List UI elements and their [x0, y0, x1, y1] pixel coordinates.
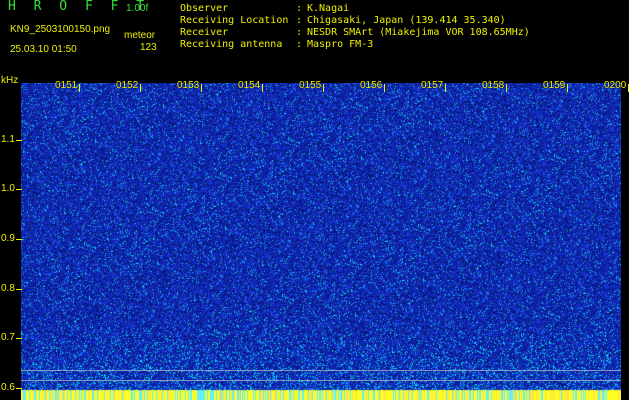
frequency-tick	[16, 338, 22, 339]
antenna-label: Receiving antenna	[180, 39, 283, 50]
frequency-tick	[16, 239, 22, 240]
time-tick-label: 0151	[55, 80, 78, 91]
hrofft-window: H R O F F T 1.00f KN9_2503100150.png met…	[0, 0, 629, 400]
time-tick	[201, 84, 202, 92]
frequency-tick	[16, 189, 22, 190]
filename-label: KN9_2503100150.png	[10, 24, 111, 35]
time-tick	[506, 84, 507, 92]
time-tick-label: 0156	[360, 80, 383, 91]
frequency-tick-label: 1.1	[1, 134, 15, 145]
time-tick-label: 0157	[421, 80, 444, 91]
observer-value: K.Nagai	[307, 3, 350, 14]
observer-label: Observer	[180, 3, 229, 14]
frequency-tick	[16, 289, 22, 290]
reference-line	[21, 370, 621, 371]
location-value: Chigasaki, Japan (139.414 35.340)	[307, 15, 506, 26]
time-tick-label: 0154	[238, 80, 261, 91]
time-tick-label: 0155	[299, 80, 322, 91]
time-tick-label: 0159	[543, 80, 566, 91]
frequency-tick	[16, 388, 22, 389]
spectrogram-canvas	[21, 83, 621, 400]
location-label: Receiving Location	[180, 15, 289, 26]
time-tick	[567, 84, 568, 92]
mode-label: meteor	[124, 30, 156, 41]
frequency-tick-label: 0.7	[1, 332, 15, 343]
time-tick	[323, 84, 324, 92]
colon-separator: :	[296, 39, 303, 50]
time-tick-label: 0158	[482, 80, 505, 91]
time-tick-label: 0200	[604, 80, 627, 91]
right-margin	[621, 83, 629, 400]
receiver-label: Receiver	[180, 27, 229, 38]
time-tick	[262, 84, 263, 92]
datetime-label: 25.03.10 01:50	[10, 44, 77, 55]
time-tick	[79, 84, 80, 92]
time-tick	[140, 84, 141, 92]
echo-count: 123	[140, 42, 157, 53]
frequency-tick-label: 0.8	[1, 283, 15, 294]
app-version: 1.00f	[126, 3, 149, 14]
colon-separator: :	[296, 15, 303, 26]
frequency-tick-label: 0.9	[1, 233, 15, 244]
time-tick	[445, 84, 446, 92]
frequency-tick-label: 0.6	[1, 382, 15, 393]
time-tick	[384, 84, 385, 92]
frequency-unit-label: kHz	[1, 75, 19, 86]
colon-separator: :	[296, 3, 303, 14]
frequency-tick	[16, 140, 22, 141]
receiver-value: NESDR SMArt (Miakejima VOR 108.65MHz)	[307, 27, 530, 38]
frequency-tick-label: 1.0	[1, 183, 15, 194]
time-tick-label: 0153	[177, 80, 200, 91]
colon-separator: :	[296, 27, 303, 38]
antenna-value: Maspro FM-3	[307, 39, 374, 50]
reference-line	[21, 380, 621, 381]
time-tick-label: 0152	[116, 80, 139, 91]
